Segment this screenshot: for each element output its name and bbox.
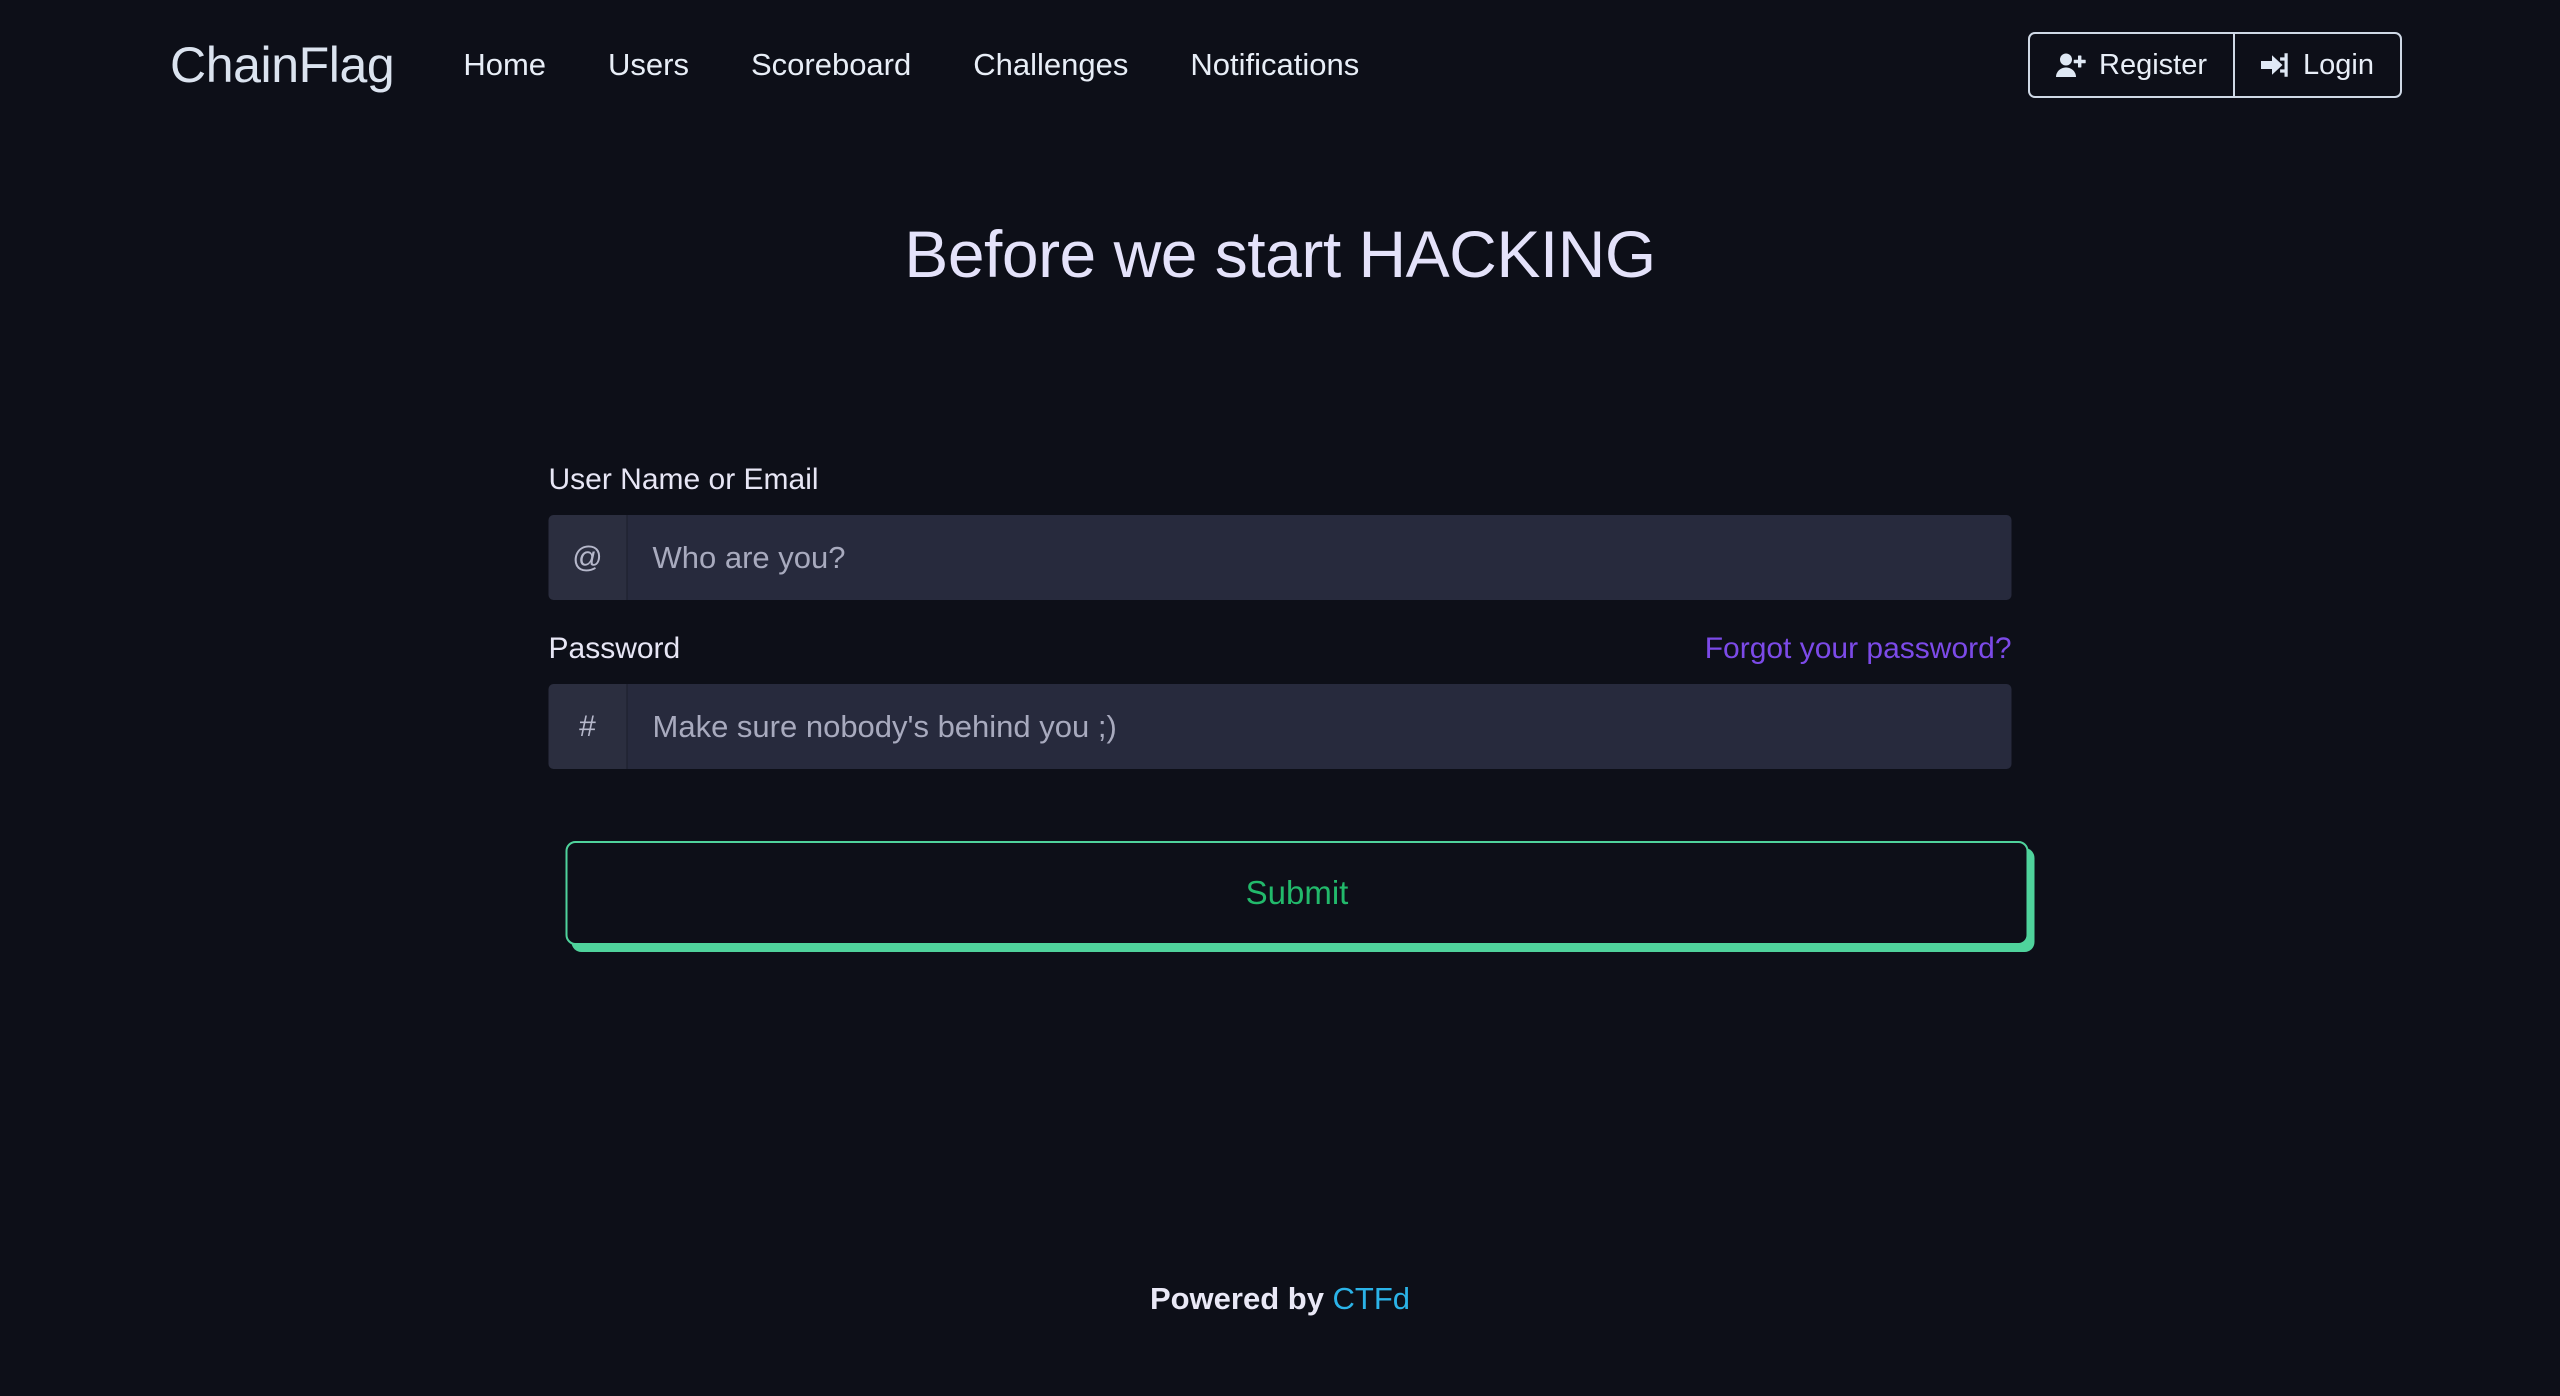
register-label: Register [2099, 48, 2208, 81]
login-label: Login [2303, 48, 2374, 81]
sign-in-icon [2261, 52, 2290, 78]
nav-item-challenges[interactable]: Challenges [942, 47, 1159, 83]
register-button[interactable]: Register [2030, 34, 2233, 96]
auth-button-group: Register Login [2028, 32, 2402, 98]
username-input[interactable] [627, 515, 2012, 600]
login-form: User Name or Email @ Password Forgot you… [548, 463, 2035, 952]
page-title: Before we start HACKING [904, 217, 1656, 291]
powered-by-text: Powered by CTFd [1150, 1281, 1410, 1317]
password-input-group: # [548, 684, 2012, 769]
nav-links: Home Users Scoreboard Challenges Notific… [432, 47, 1390, 83]
powered-by-prefix: Powered by [1149, 1281, 1333, 1316]
password-input[interactable] [627, 684, 2012, 769]
forgot-password-link[interactable]: Forgot your password? [1705, 632, 2012, 666]
password-label: Password [548, 632, 681, 665]
username-label-row: User Name or Email [549, 463, 2012, 497]
at-sign-icon: @ [548, 515, 628, 600]
site-brand[interactable]: ChainFlag [170, 36, 395, 94]
main-navbar: ChainFlag Home Users Scoreboard Challeng… [0, 0, 2560, 130]
user-plus-icon [2056, 52, 2086, 78]
nav-item-home[interactable]: Home [432, 47, 577, 83]
field-gap [549, 600, 2012, 632]
username-label: User Name or Email [548, 463, 819, 496]
ctfd-link[interactable]: CTFd [1333, 1281, 1411, 1316]
hero-section: Before we start HACKING [0, 218, 2560, 291]
submit-gap [549, 769, 2012, 841]
login-button[interactable]: Login [2233, 34, 2400, 96]
login-page: ChainFlag Home Users Scoreboard Challeng… [0, 0, 2560, 1396]
submit-button[interactable]: Submit [565, 841, 2029, 945]
nav-item-scoreboard[interactable]: Scoreboard [720, 47, 942, 83]
nav-item-notifications[interactable]: Notifications [1159, 47, 1390, 83]
password-label-row: Password Forgot your password? [549, 632, 2012, 666]
hash-sign-icon: # [548, 684, 628, 769]
nav-item-users[interactable]: Users [577, 47, 720, 83]
submit-area: Submit [565, 841, 2035, 952]
username-input-group: @ [548, 515, 2012, 600]
page-footer: Powered by CTFd [0, 1066, 2560, 1396]
